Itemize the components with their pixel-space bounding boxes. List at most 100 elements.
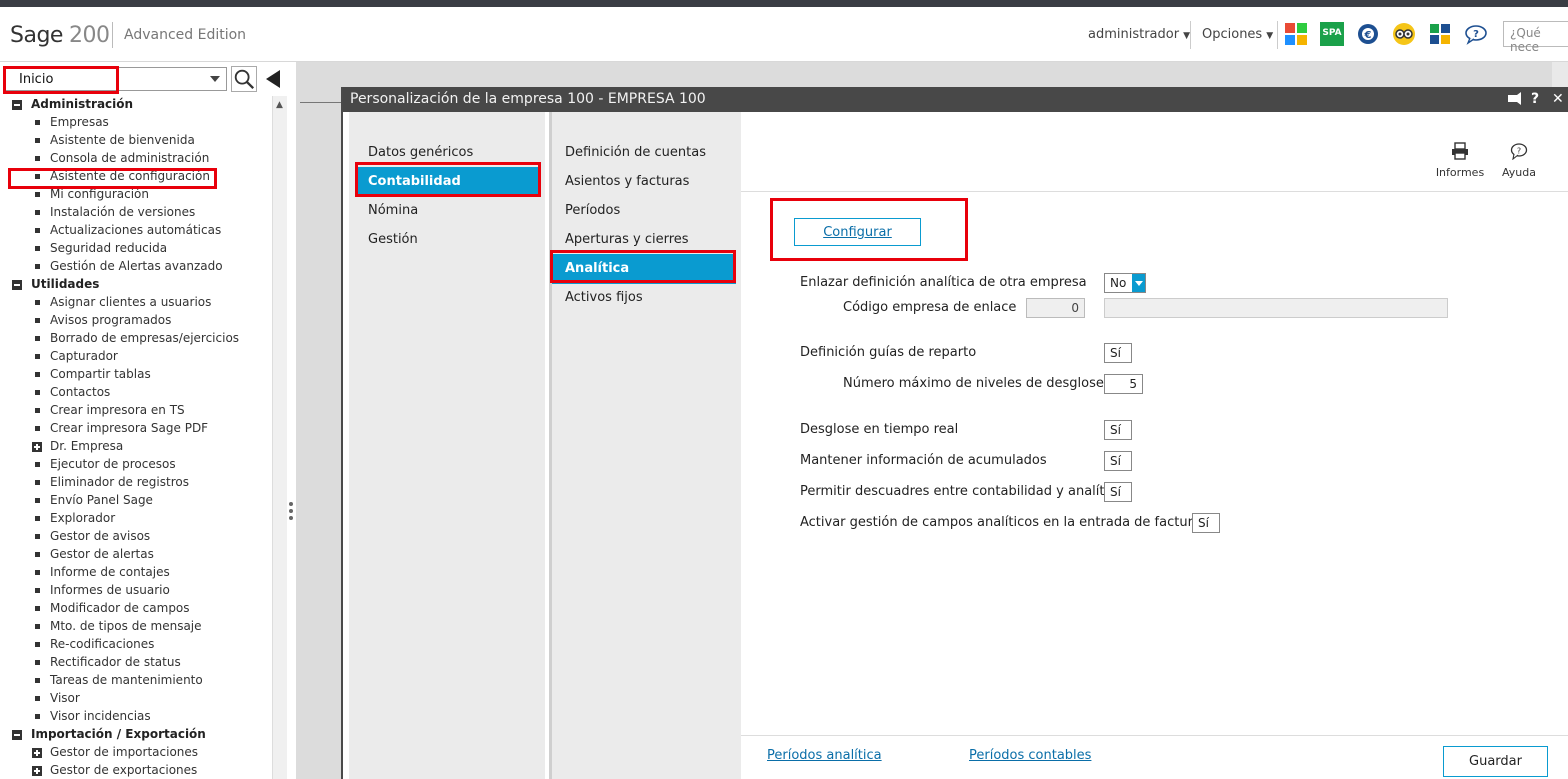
app-header: Sage 200 Advanced Edition administrador ▼ … (0, 7, 1568, 62)
bullet-icon (35, 156, 40, 161)
analytic-periods-link[interactable]: Períodos analítica (767, 748, 882, 763)
spa-icon[interactable]: SPA (1320, 22, 1344, 46)
link-analytics-select[interactable]: No (1104, 273, 1146, 293)
tree-scrollbar[interactable]: ▲ (272, 96, 287, 779)
top-strip (0, 0, 1568, 7)
header-divider (1277, 21, 1278, 49)
tree-item-label: Informe de contajes (50, 565, 170, 579)
ayuda-button[interactable]: ? Ayuda (1489, 142, 1549, 186)
expand-icon[interactable] (32, 442, 42, 452)
subsection-label: Aperturas y cierres (565, 232, 689, 247)
brand-name: Sage (10, 23, 63, 48)
options-menu[interactable]: Opciones ▼ (1202, 27, 1273, 42)
sidebar: Inicio Administración Empresas Asistente d… (0, 62, 287, 779)
expand-icon[interactable] (32, 748, 42, 758)
save-button[interactable]: Guardar (1443, 746, 1548, 777)
toolbar-divider (741, 191, 1568, 192)
ayuda-label: Ayuda (1502, 166, 1536, 179)
accumulated-field[interactable]: Sí (1104, 451, 1132, 471)
company-settings-window: Personalización de la empresa 100 - EMPR… (341, 87, 1568, 779)
euro-gear-icon[interactable]: € (1356, 22, 1380, 46)
bullet-icon (35, 480, 40, 485)
accounting-periods-link[interactable]: Períodos contables (969, 748, 1091, 763)
chevron-down-icon (1132, 274, 1145, 292)
search-icon[interactable] (231, 66, 257, 92)
spa-badge-label: SPA (1322, 28, 1342, 38)
svg-text:?: ? (1473, 29, 1479, 40)
user-menu-label: administrador (1088, 27, 1180, 42)
subsection-asientos-facturas[interactable]: Asientos y facturas (552, 167, 736, 197)
collapse-icon[interactable] (12, 280, 22, 290)
bullet-icon (35, 318, 40, 323)
bullet-icon (35, 588, 40, 593)
tree-item-label: Capturador (50, 349, 118, 363)
bullet-icon (35, 516, 40, 521)
link-analytics-label: Enlazar definición analítica de otra emp… (800, 275, 1087, 290)
tree-item-label: Contactos (50, 385, 111, 399)
mismatch-field[interactable]: Sí (1104, 482, 1132, 502)
category-nomina[interactable]: Nómina (357, 196, 541, 226)
tree-item-label: Gestión de Alertas avanzado (50, 259, 223, 273)
realtime-field[interactable]: Sí (1104, 420, 1132, 440)
header-divider (112, 22, 113, 48)
splitter-handle[interactable] (289, 500, 295, 524)
bullet-icon (35, 606, 40, 611)
user-menu[interactable]: administrador ▼ (1088, 27, 1190, 42)
svg-text:€: € (1364, 30, 1372, 41)
max-levels-label: Número máximo de niveles de desglose (843, 376, 1104, 391)
windows-grid-icon[interactable] (1284, 22, 1308, 46)
bullet-icon (35, 210, 40, 215)
subsection-activos-fijos[interactable]: Activos fijos (552, 283, 736, 313)
collapse-left-icon[interactable] (262, 67, 284, 91)
tree-item-label: Gestor de exportaciones (50, 763, 198, 777)
guides-field[interactable]: Sí (1104, 343, 1132, 363)
invoice-fields-field[interactable]: Sí (1192, 513, 1220, 533)
highlight-box (3, 66, 119, 94)
collapse-icon[interactable] (12, 100, 22, 110)
informes-label: Informes (1435, 166, 1485, 179)
help-window-button[interactable]: ? (1531, 91, 1539, 107)
tree-item-label: Mi configuración (50, 187, 149, 201)
informes-button[interactable]: Informes (1430, 142, 1490, 186)
max-levels-field[interactable]: 5 (1104, 374, 1143, 394)
brand-number: 200 (68, 23, 110, 48)
tree-item-label: Re-codificaciones (50, 637, 155, 651)
scroll-up-icon[interactable]: ▲ (276, 100, 283, 110)
pin-icon[interactable] (1506, 92, 1522, 106)
link-analytics-value: No (1110, 276, 1127, 290)
caret-down-icon: ▼ (1183, 31, 1190, 41)
tree-item-label: Explorador (50, 511, 116, 525)
mismatch-label: Permitir descuadres entre contabilidad y… (800, 484, 1124, 499)
chevron-down-icon (210, 76, 220, 82)
tree-item-label: Ejecutor de procesos (50, 457, 176, 471)
close-window-button[interactable]: ✕ (1552, 91, 1564, 107)
chat-help-icon[interactable]: ? (1464, 22, 1488, 46)
invoice-fields-label: Activar gestión de campos analíticos en … (800, 515, 1208, 530)
category-gestion[interactable]: Gestión (357, 225, 541, 255)
printer-icon (1452, 142, 1468, 160)
subsection-periodos[interactable]: Períodos (552, 196, 736, 226)
configure-button[interactable]: Configurar (794, 218, 921, 246)
expand-icon[interactable] (32, 766, 42, 776)
edition-label: Advanced Edition (124, 27, 247, 43)
tree-group-label: Administración (31, 97, 134, 111)
category-label: Gestión (368, 232, 418, 247)
bullet-icon (35, 138, 40, 143)
navigation-tree: Administración Empresas Asistente de bienv… (0, 96, 272, 779)
bullet-icon (35, 552, 40, 557)
tree-item-label: Instalación de versiones (50, 205, 196, 219)
global-search-input[interactable]: ¿Qué nece (1503, 21, 1568, 54)
options-menu-label: Opciones (1202, 27, 1263, 42)
subsection-definicion-cuentas[interactable]: Definición de cuentas (552, 138, 736, 168)
collapse-icon[interactable] (12, 730, 22, 740)
search-placeholder: ¿Qué nece (1510, 26, 1541, 54)
window-title: Personalización de la empresa 100 - EMPR… (350, 91, 706, 107)
tree-item-label: Envío Panel Sage (50, 493, 153, 507)
tree-item-label: Asistente de bienvenida (50, 133, 195, 147)
divider (300, 102, 342, 103)
glasses-icon[interactable] (1392, 22, 1416, 46)
tree-item-label: Rectificador de status (50, 655, 181, 669)
tree-item-label: Eliminador de registros (50, 475, 189, 489)
puzzle-icon[interactable] (1428, 22, 1452, 46)
bullet-icon (35, 192, 40, 197)
